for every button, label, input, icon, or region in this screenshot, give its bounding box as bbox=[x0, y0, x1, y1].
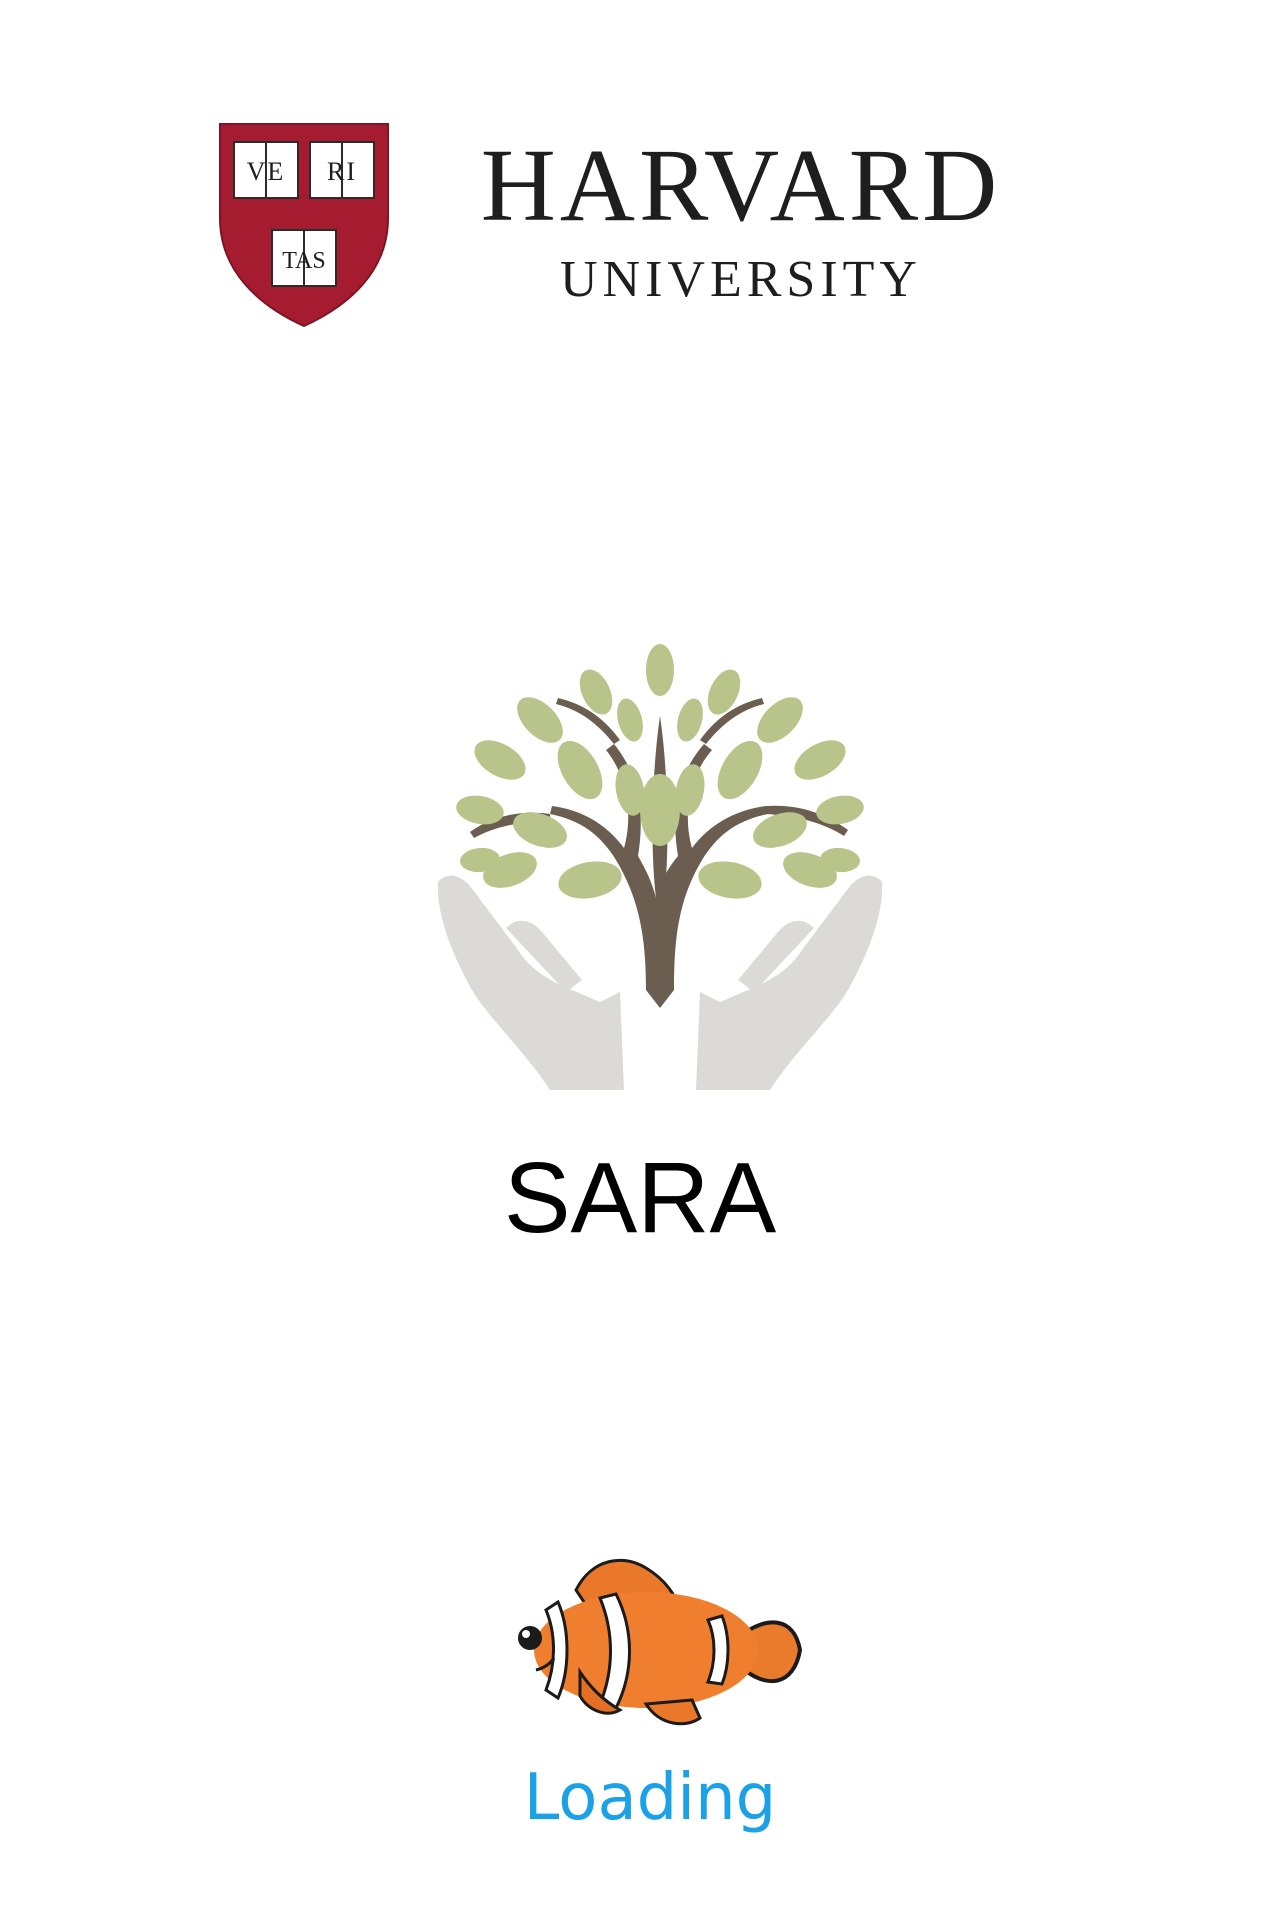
clownfish-icon bbox=[518, 1558, 803, 1726]
loading-label: Loading bbox=[523, 1761, 777, 1835]
harvard-shield-icon: VE RI TAS bbox=[219, 123, 389, 328]
shield-motto-ri: RI bbox=[327, 157, 357, 186]
app-name: SARA bbox=[503, 1142, 777, 1254]
harvard-wordmark: HARVARD UNIVERSITY bbox=[441, 134, 1041, 334]
shield-motto-tas: TAS bbox=[282, 248, 325, 274]
harvard-logo: VE RI TAS HARVARD UNIVERSITY bbox=[218, 122, 1048, 332]
tree-in-hands-icon bbox=[437, 644, 883, 1090]
institution-name: HARVARD bbox=[480, 128, 1002, 243]
institution-subtitle: UNIVERSITY bbox=[560, 251, 922, 308]
shield-motto-ve: VE bbox=[247, 157, 286, 186]
